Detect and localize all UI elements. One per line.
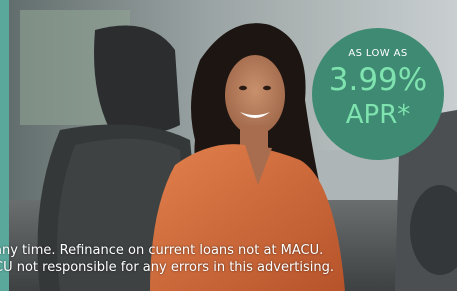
disclaimer-line-2: CU not responsible for any errors in thi… (0, 260, 335, 275)
badge-apr-label: APR* (345, 100, 411, 130)
auto-loan-ad-banner: AS LOW AS 3.99% APR* any time. Refinance… (0, 0, 457, 291)
disclaimer-line-1: any time. Refinance on current loans not… (0, 243, 324, 258)
apr-rate-badge: AS LOW AS 3.99% APR* (312, 28, 444, 160)
disclaimer-text: any time. Refinance on current loans not… (0, 242, 457, 276)
badge-as-low-as-text: AS LOW AS (348, 48, 408, 59)
badge-rate-value: 3.99% (328, 62, 428, 98)
